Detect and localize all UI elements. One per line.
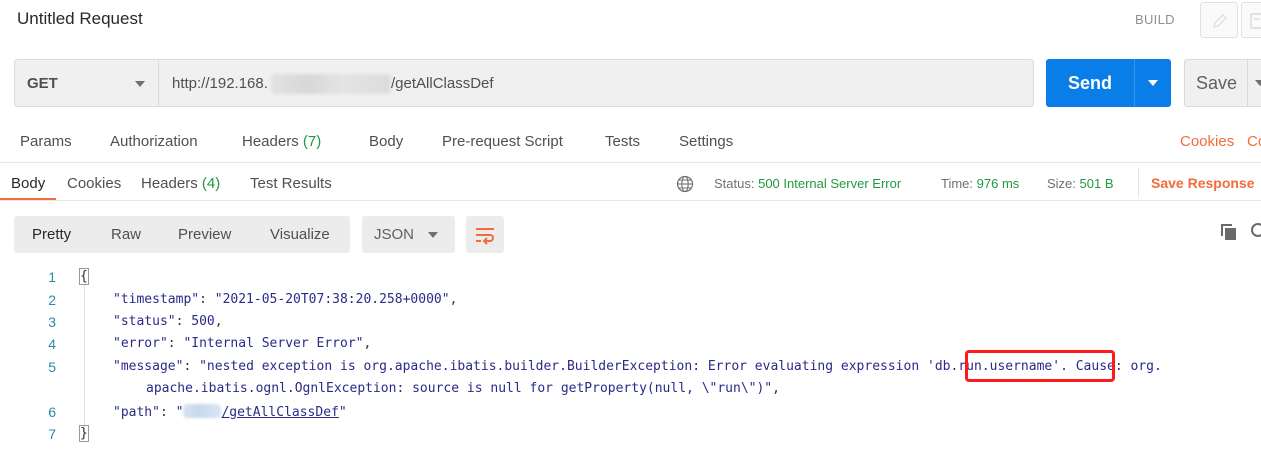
path-redacted bbox=[183, 404, 222, 418]
method-label: GET bbox=[27, 75, 58, 92]
tab-response-headers-label: Headers bbox=[141, 175, 198, 192]
size-info[interactable]: Size: 501 B bbox=[1047, 176, 1114, 191]
json-value: apache.ibatis.ognl.OgnlException: source… bbox=[146, 381, 773, 396]
code-line: } bbox=[79, 425, 89, 442]
line-number: 7 bbox=[48, 426, 56, 442]
divider bbox=[0, 162, 1261, 163]
divider bbox=[0, 200, 1261, 201]
format-label: JSON bbox=[374, 226, 415, 243]
json-value: " bbox=[338, 405, 347, 420]
json-key: "status" bbox=[113, 314, 176, 329]
url-redacted bbox=[271, 74, 391, 94]
chevron-down-icon bbox=[1148, 80, 1158, 86]
build-label[interactable]: BUILD bbox=[1135, 12, 1175, 27]
copy-icon[interactable] bbox=[1220, 223, 1238, 241]
code-line: apache.ibatis.ognl.OgnlException: source… bbox=[146, 381, 780, 396]
tab-headers-label: Headers bbox=[242, 133, 299, 150]
tab-body[interactable]: Body bbox=[369, 133, 403, 150]
highlight-box bbox=[965, 350, 1115, 382]
status-label: Status: bbox=[714, 176, 755, 191]
json-key: "error" bbox=[113, 336, 168, 351]
status-value: 500 Internal Server Error bbox=[758, 176, 902, 191]
close-brace: } bbox=[79, 425, 89, 442]
url-input[interactable]: http://192.168. /getAllClassDef bbox=[158, 59, 1034, 107]
line-number: 1 bbox=[48, 269, 56, 285]
json-key: "path" bbox=[113, 405, 160, 420]
edit-icon bbox=[1213, 14, 1227, 28]
format-select[interactable]: JSON bbox=[362, 216, 455, 253]
time-value: 976 ms bbox=[976, 176, 1020, 191]
code-line: "error": "Internal Server Error", bbox=[113, 336, 372, 351]
line-number: 2 bbox=[48, 292, 56, 308]
wrap-icon bbox=[476, 228, 494, 245]
save-button[interactable]: Save bbox=[1184, 59, 1261, 107]
tab-pre-request-script[interactable]: Pre-request Script bbox=[442, 133, 563, 150]
save-response-button[interactable]: Save Response bbox=[1151, 175, 1255, 191]
size-label: Size: bbox=[1047, 176, 1076, 191]
code-line: "status": 500, bbox=[113, 314, 223, 329]
line-number: 3 bbox=[48, 314, 56, 330]
code-line: "path": "/getAllClassDef" bbox=[113, 404, 347, 420]
chevron-down-icon bbox=[428, 232, 438, 238]
line-number: 6 bbox=[48, 404, 56, 420]
search-icon[interactable] bbox=[1250, 222, 1261, 240]
chevron-down-icon bbox=[135, 81, 145, 87]
view-pretty[interactable]: Pretty bbox=[32, 226, 71, 243]
tab-authorization[interactable]: Authorization bbox=[110, 133, 198, 150]
tab-response-headers-count: (4) bbox=[201, 175, 221, 192]
request-title[interactable]: Untitled Request bbox=[17, 9, 143, 29]
json-value: " bbox=[175, 405, 184, 420]
url-prefix: http://192.168. bbox=[172, 75, 268, 92]
divider bbox=[1138, 168, 1139, 198]
path-link[interactable]: /getAllClassDef bbox=[221, 405, 338, 420]
send-button[interactable]: Send bbox=[1046, 59, 1134, 107]
globe-icon[interactable] bbox=[676, 175, 694, 193]
wrap-lines-button[interactable] bbox=[466, 216, 504, 253]
json-key: "message" bbox=[113, 359, 184, 374]
code-link[interactable]: Co bbox=[1247, 133, 1261, 150]
url-suffix: /getAllClassDef bbox=[391, 75, 494, 92]
json-value: "nested exception is org.apache.ibatis.b… bbox=[199, 359, 927, 374]
cookies-link[interactable]: Cookies bbox=[1180, 133, 1234, 150]
edit-button[interactable] bbox=[1200, 2, 1238, 38]
json-value: "2021-05-20T07:38:20.258+0000" bbox=[214, 292, 450, 307]
line-number: 5 bbox=[48, 359, 56, 375]
documentation-button[interactable] bbox=[1241, 2, 1261, 38]
time-info[interactable]: Time: 976 ms bbox=[941, 176, 1019, 191]
tab-response-body[interactable]: Body bbox=[11, 175, 45, 192]
tab-headers-count: (7) bbox=[302, 133, 322, 150]
view-raw[interactable]: Raw bbox=[111, 226, 141, 243]
tab-headers[interactable]: Headers (7) bbox=[242, 133, 321, 150]
tab-settings[interactable]: Settings bbox=[679, 133, 733, 150]
status-info[interactable]: Status: 500 Internal Server Error bbox=[714, 176, 901, 191]
send-dropdown-button[interactable] bbox=[1134, 59, 1171, 107]
document-icon bbox=[1250, 13, 1261, 29]
time-label: Time: bbox=[941, 176, 974, 191]
tab-response-headers[interactable]: Headers (4) bbox=[141, 175, 220, 192]
json-key: "timestamp" bbox=[113, 292, 200, 307]
size-value: 501 B bbox=[1079, 176, 1114, 191]
tab-tests[interactable]: Tests bbox=[605, 133, 640, 150]
tab-response-cookies[interactable]: Cookies bbox=[67, 175, 121, 192]
save-label: Save bbox=[1196, 73, 1238, 93]
tab-test-results[interactable]: Test Results bbox=[250, 175, 332, 192]
chevron-down-icon[interactable] bbox=[1255, 80, 1261, 86]
code-line: { bbox=[79, 268, 89, 285]
save-divider bbox=[1247, 60, 1248, 106]
view-preview[interactable]: Preview bbox=[178, 226, 231, 243]
line-number: 4 bbox=[48, 336, 56, 352]
tab-params[interactable]: Params bbox=[20, 133, 72, 150]
json-value: "Internal Server Error" bbox=[183, 336, 364, 351]
view-mode-selector: Pretty Raw Preview Visualize bbox=[14, 216, 350, 253]
indent-guide bbox=[84, 285, 85, 430]
json-value: 500 bbox=[191, 314, 215, 329]
method-select[interactable]: GET bbox=[14, 59, 158, 107]
open-brace: { bbox=[79, 268, 89, 285]
code-line: "timestamp": "2021-05-20T07:38:20.258+00… bbox=[113, 292, 458, 307]
view-visualize[interactable]: Visualize bbox=[270, 226, 330, 243]
